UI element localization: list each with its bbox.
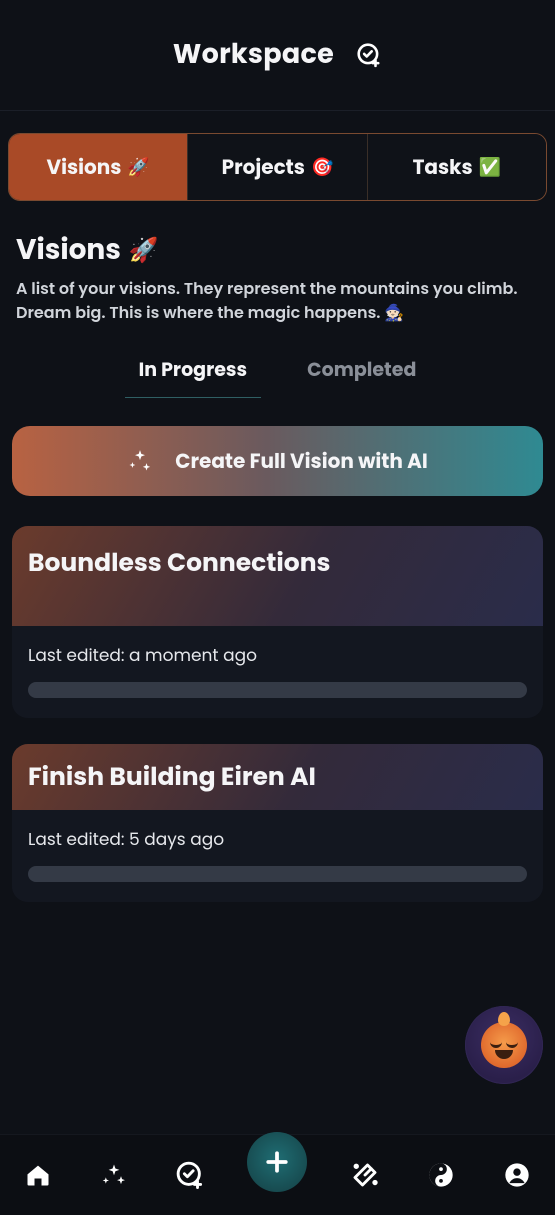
- cta-label: Create Full Vision with AI: [175, 446, 428, 476]
- vision-progress-bar: [28, 866, 527, 882]
- visions-list: Boundless Connections Last edited: a mom…: [0, 496, 555, 902]
- tab-label: Tasks: [413, 152, 473, 182]
- vision-title: Finish Building Eiren AI: [28, 758, 527, 796]
- nav-account[interactable]: [499, 1157, 535, 1193]
- vision-card[interactable]: Finish Building Eiren AI Last edited: 5 …: [12, 744, 543, 902]
- nav-yinyang[interactable]: [423, 1157, 459, 1193]
- vision-title: Boundless Connections: [28, 544, 527, 582]
- assistant-avatar-button[interactable]: [465, 1006, 543, 1084]
- subtab-completed[interactable]: Completed: [305, 349, 418, 398]
- nav-sparkles[interactable]: [96, 1157, 132, 1193]
- vision-progress-bar: [28, 682, 527, 698]
- nav-add-button[interactable]: [247, 1132, 307, 1192]
- page-title: Workspace: [173, 35, 334, 75]
- vision-card[interactable]: Boundless Connections Last edited: a mom…: [12, 526, 543, 718]
- avatar-face-icon: [481, 1022, 527, 1068]
- section-description: A list of your visions. They represent t…: [16, 277, 539, 325]
- tab-tasks[interactable]: Tasks ✅: [368, 134, 546, 200]
- rocket-icon: 🚀: [129, 233, 159, 268]
- top-bar: Workspace: [0, 0, 555, 111]
- target-icon: 🎯: [311, 154, 333, 181]
- section-title: Visions 🚀: [16, 229, 539, 271]
- vision-last-edited: Last edited: 5 days ago: [28, 826, 527, 852]
- vision-card-header: Finish Building Eiren AI: [12, 744, 543, 810]
- subtab-in-progress[interactable]: In Progress: [137, 349, 249, 398]
- tab-visions[interactable]: Visions 🚀: [9, 134, 188, 200]
- status-tabs: In Progress Completed: [16, 349, 539, 398]
- vision-card-body: Last edited: a moment ago: [12, 626, 543, 718]
- create-vision-ai-button[interactable]: Create Full Vision with AI: [12, 426, 543, 496]
- nav-home[interactable]: [20, 1157, 56, 1193]
- add-task-icon[interactable]: [356, 42, 382, 68]
- section-header: Visions 🚀 A list of your visions. They r…: [0, 201, 555, 398]
- nav-check-add[interactable]: [172, 1157, 208, 1193]
- checkbox-icon: ✅: [479, 154, 501, 181]
- tab-label: Projects: [222, 152, 305, 182]
- vision-card-header: Boundless Connections: [12, 526, 543, 626]
- wizard-icon: 🧙🏻: [384, 301, 404, 324]
- tab-label: Visions: [46, 152, 121, 182]
- bottom-nav: [0, 1134, 555, 1215]
- nav-magic[interactable]: [347, 1157, 383, 1193]
- workspace-tabs: Visions 🚀 Projects 🎯 Tasks ✅: [8, 133, 547, 201]
- sparkles-icon: [127, 448, 153, 474]
- vision-last-edited: Last edited: a moment ago: [28, 642, 527, 668]
- rocket-icon: 🚀: [127, 154, 149, 181]
- tab-projects[interactable]: Projects 🎯: [188, 134, 367, 200]
- vision-card-body: Last edited: 5 days ago: [12, 810, 543, 902]
